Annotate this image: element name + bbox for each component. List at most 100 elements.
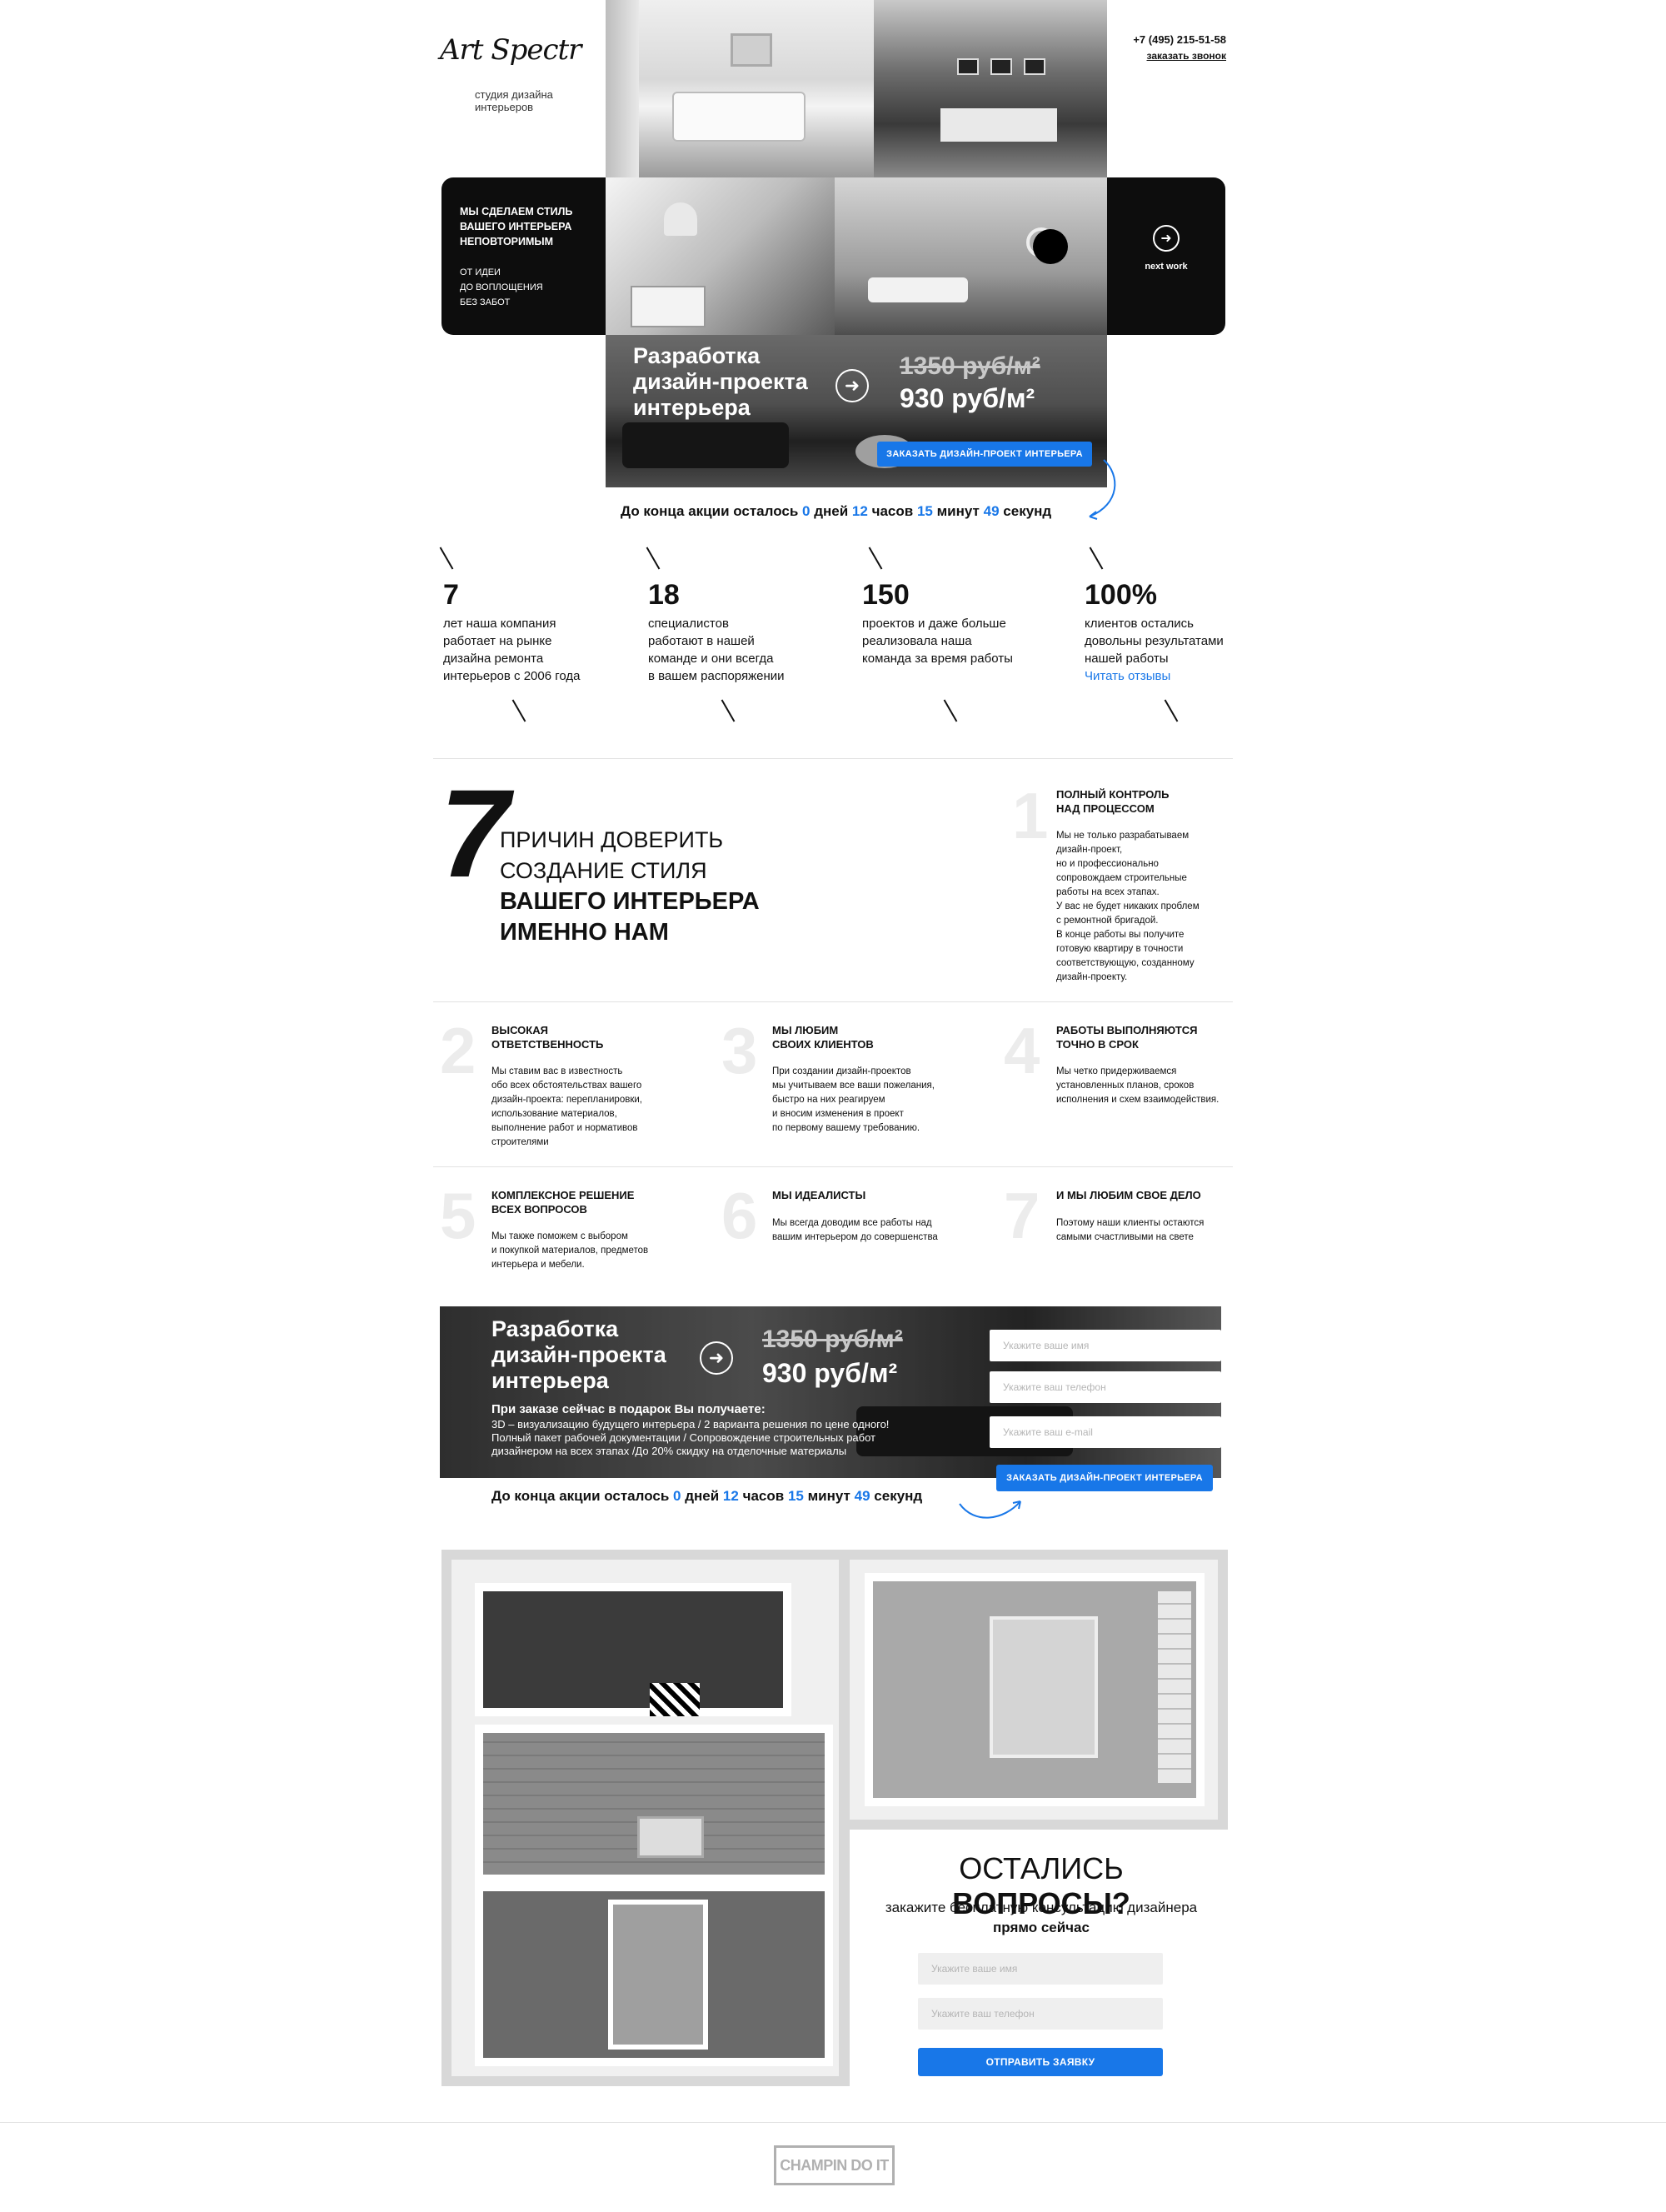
stat-number: 150: [862, 579, 910, 611]
stat-line: лет наша компания: [443, 617, 556, 631]
countdown-days: 0: [673, 1488, 681, 1504]
stat-number: 7: [443, 579, 459, 611]
footer-credit[interactable]: CHAMPIN DO IT: [774, 2145, 895, 2185]
countdown-minutes-label: минут: [936, 503, 980, 519]
plan-room-kitchen: [475, 1583, 791, 1716]
stat-line: работают в нашей: [648, 634, 755, 648]
stat-line: нашей работы: [1085, 652, 1169, 666]
stat-line: специалистов: [648, 617, 729, 631]
questions-name-input[interactable]: Укажите ваше имя: [918, 1953, 1163, 1985]
stat-line: команда за время работы: [862, 652, 1013, 666]
offer2-new-price: 930 руб/м²: [762, 1358, 898, 1388]
section-divider: [433, 758, 1233, 759]
section-divider: [433, 1166, 1233, 1167]
plan-room-living: [475, 1725, 833, 1883]
logo[interactable]: Art Spectr: [440, 33, 590, 83]
divider-slash: [439, 547, 454, 570]
reason-text: Мы не только разрабатываем дизайн-проект…: [1056, 831, 1200, 982]
curved-arrow-icon: [959, 1500, 1021, 1519]
offer2-arrow-icon[interactable]: ➜: [700, 1341, 733, 1375]
stat-number: 100%: [1085, 579, 1157, 611]
offer2-order-button[interactable]: ЗАКАЗАТЬ ДИЗАЙН-ПРОЕКТ ИНТЕРЬЕРА: [996, 1465, 1213, 1491]
reason-title: МЫ ИДЕАЛИСТЫ: [772, 1189, 866, 1201]
reason-title: КОМПЛЕКСНОЕ РЕШЕНИЕ ВСЕХ ВОПРОСОВ: [491, 1189, 635, 1216]
slogan-line: НЕПОВТОРИМЫМ: [460, 236, 554, 247]
new-price: 930 руб/м²: [900, 383, 1035, 413]
divider-slash: [868, 547, 883, 570]
divider-slash: [1089, 547, 1104, 570]
old-price: 1350 руб/м²: [900, 352, 1040, 380]
stat-line: реализовала наша: [862, 634, 972, 648]
reason-text: Мы четко придерживаемся установленных пл…: [1056, 1066, 1220, 1105]
stat-line: довольны результатами: [1085, 634, 1224, 648]
reason-number: 6: [721, 1179, 758, 1252]
reason-title: И МЫ ЛЮБИМ СВОЕ ДЕЛО: [1056, 1189, 1201, 1201]
stat-years: 7 лет наша компания работает на рынке ди…: [443, 579, 610, 685]
stat-line: дизайна ремонта: [443, 652, 544, 666]
tagline-line2: интерьеров: [475, 101, 534, 113]
tagline: студия дизайна интерьеров: [475, 88, 553, 113]
countdown-minutes: 15: [916, 503, 933, 519]
offer-arrow-icon[interactable]: ➜: [835, 369, 869, 402]
next-work-button[interactable]: ➜ next work: [1130, 225, 1203, 292]
stat-text: лет наша компания работает на рынке диза…: [443, 615, 610, 685]
subtext-line: ДО ВОПЛОЩЕНИЯ: [460, 282, 543, 292]
questions-title-light: ОСТАЛИСЬ: [959, 1851, 1124, 1885]
reason-number: 1: [1012, 779, 1049, 852]
countdown-hours-label: часов: [742, 1488, 785, 1504]
stat-number: 18: [648, 579, 680, 611]
gift-line: Полный пакет рабочей документации / Сопр…: [491, 1431, 875, 1444]
divider-slash: [511, 699, 526, 722]
offer-title: Разработка дизайн-проекта интерьера: [633, 343, 808, 421]
countdown-seconds-label: секунд: [874, 1488, 923, 1504]
reason-number: 5: [440, 1179, 476, 1252]
offer-title-line: интерьера: [491, 1368, 609, 1393]
reason-title: ВЫСОКАЯ ОТВЕТСТВЕННОСТЬ: [491, 1024, 604, 1051]
countdown-hours: 12: [722, 1488, 739, 1504]
stat-line: команде и они всегда: [648, 652, 774, 666]
section-divider: [433, 1001, 1233, 1002]
countdown-days: 0: [802, 503, 811, 519]
reason-text: Мы всегда доводим все работы над вашим и…: [772, 1218, 938, 1242]
footer-divider: [0, 2122, 1666, 2123]
reason-title: МЫ ЛЮБИМ СВОИХ КЛИЕНТОВ: [772, 1024, 874, 1051]
offer-title-line: интерьера: [633, 395, 751, 420]
offer2-email-input[interactable]: Укажите ваш e-mail: [990, 1416, 1221, 1448]
offer2-phone-input[interactable]: Укажите ваш телефон: [990, 1371, 1221, 1403]
countdown-days-label: дней: [814, 503, 849, 519]
heading-line1: ПРИЧИН ДОВЕРИТЬ: [500, 827, 724, 852]
questions-phone-input[interactable]: Укажите ваш телефон: [918, 1998, 1163, 2030]
offer-title-line: Разработка: [633, 343, 761, 368]
stat-clients: 100% клиентов остались довольны результа…: [1085, 579, 1251, 685]
order-design-button[interactable]: ЗАКАЗАТЬ ДИЗАЙН-ПРОЕКТ ИНТЕРЬЕРА: [877, 442, 1092, 467]
hero-photo-nightstand: [606, 177, 835, 335]
countdown-seconds: 49: [854, 1488, 870, 1504]
divider-slash: [721, 699, 736, 722]
offer2-name-input[interactable]: Укажите ваше имя: [990, 1330, 1221, 1361]
gift-line: 3D – визуализацию будущего интерьера / 2…: [491, 1418, 890, 1431]
hero-photo-bedroom-white: [606, 0, 874, 177]
heading-line3: ВАШЕГО ИНТЕРЬЕРА: [500, 888, 760, 915]
heading-line2: СОЗДАНИЕ СТИЛЯ: [500, 858, 707, 883]
reason-title: РАБОТЫ ВЫПОЛНЯЮТСЯ ТОЧНО В СРОК: [1056, 1024, 1198, 1051]
callback-link[interactable]: заказать звонок: [1126, 50, 1226, 62]
countdown-prefix: До конца акции осталось: [491, 1488, 670, 1504]
questions-sub-bold: прямо сейчас: [993, 1920, 1090, 1935]
countdown-days-label: дней: [685, 1488, 720, 1504]
countdown-hours: 12: [851, 503, 868, 519]
submit-request-button[interactable]: ОТПРАВИТЬ ЗАЯВКУ: [918, 2048, 1163, 2076]
arrow-right-icon: ➜: [1153, 225, 1180, 252]
offer2-title: Разработка дизайн-проекта интерьера: [491, 1316, 666, 1394]
divider-slash: [1164, 699, 1179, 722]
phone-number[interactable]: +7 (495) 215-51-58: [1126, 33, 1226, 46]
stat-text: клиентов остались довольны результатами …: [1085, 615, 1251, 685]
gift-block: При заказе сейчас в подарок Вы получаете…: [491, 1403, 889, 1458]
stat-line: работает на рынке: [443, 634, 552, 648]
read-reviews-link[interactable]: Читать отзывы: [1085, 667, 1251, 685]
stat-text: проектов и даже больше реализовала наша …: [862, 615, 1045, 667]
countdown-seconds-label: секунд: [1003, 503, 1052, 519]
countdown-minutes-label: минут: [807, 1488, 850, 1504]
curved-arrow-icon: [1089, 459, 1116, 520]
reason-text: Поэтому наши клиенты остаются самыми сча…: [1056, 1218, 1205, 1242]
hero-photo-livingroom: [835, 177, 1107, 335]
